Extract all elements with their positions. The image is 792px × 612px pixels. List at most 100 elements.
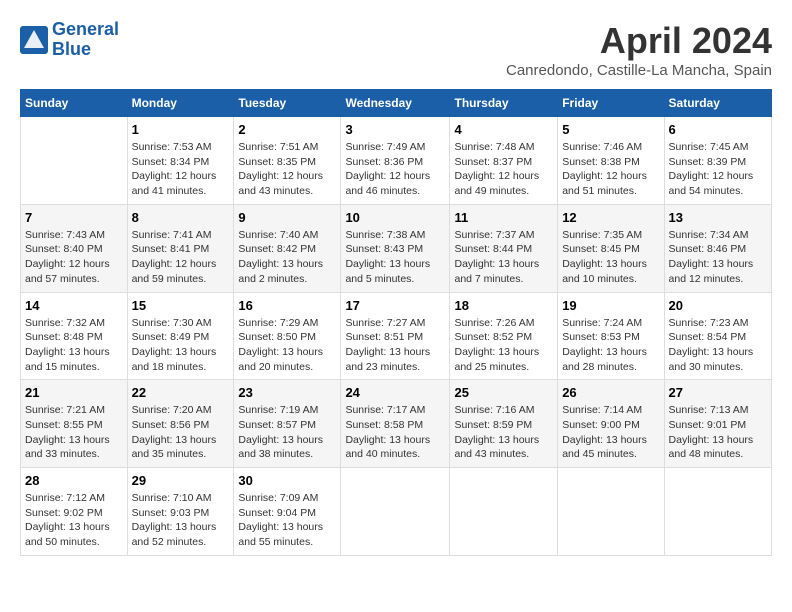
- calendar-week-5: 28Sunrise: 7:12 AM Sunset: 9:02 PM Dayli…: [21, 468, 772, 556]
- day-number: 16: [238, 298, 336, 313]
- header-cell-monday: Monday: [127, 90, 234, 117]
- day-number: 19: [562, 298, 659, 313]
- day-number: 27: [669, 385, 767, 400]
- calendar-cell: 17Sunrise: 7:27 AM Sunset: 8:51 PM Dayli…: [341, 292, 450, 380]
- logo-text: General Blue: [52, 20, 119, 60]
- month-title: April 2024: [506, 20, 772, 62]
- day-number: 25: [454, 385, 553, 400]
- day-number: 11: [454, 210, 553, 225]
- day-info: Sunrise: 7:35 AM Sunset: 8:45 PM Dayligh…: [562, 228, 659, 287]
- calendar-cell: 16 Sunrise: 7:29 AM Sunset: 8:50 PM Dayli…: [234, 292, 341, 380]
- day-info: Sunrise: 7:27 AM Sunset: 8:51 PM Dayligh…: [345, 316, 445, 375]
- day-info: Sunrise: 7:10 AM Sunset: 9:03 PM Dayligh…: [132, 491, 230, 550]
- day-number: 9: [238, 210, 336, 225]
- day-info: Sunrise: 7:37 AM Sunset: 8:44 PM Dayligh…: [454, 228, 553, 287]
- header-cell-wednesday: Wednesday: [341, 90, 450, 117]
- header-cell-tuesday: Tuesday: [234, 90, 341, 117]
- calendar-cell: 2 Sunrise: 7:51 AM Sunset: 8:35 PM Daylig…: [234, 117, 341, 205]
- day-number: 18: [454, 298, 553, 313]
- calendar-cell: [558, 468, 664, 556]
- day-number: 24: [345, 385, 445, 400]
- day-info: Sunrise: 7:51 AM Sunset: 8:35 PM Dayligh…: [238, 140, 336, 199]
- day-number: 29: [132, 473, 230, 488]
- day-number: 28: [25, 473, 123, 488]
- day-info: Sunrise: 7:46 AM Sunset: 8:38 PM Dayligh…: [562, 140, 659, 199]
- day-info: Sunrise: 7:13 AM Sunset: 9:01 PM Dayligh…: [669, 403, 767, 462]
- day-info: Sunrise: 7:24 AM Sunset: 8:53 PM Dayligh…: [562, 316, 659, 375]
- calendar-cell: 8 Sunrise: 7:41 AM Sunset: 8:41 PM Daylig…: [127, 204, 234, 292]
- page-header: General Blue April 2024 Canredondo, Cast…: [20, 20, 772, 79]
- day-info: Sunrise: 7:38 AM Sunset: 8:43 PM Dayligh…: [345, 228, 445, 287]
- day-number: 3: [345, 122, 445, 137]
- day-info: Sunrise: 7:14 AM Sunset: 9:00 PM Dayligh…: [562, 403, 659, 462]
- calendar-week-1: 1 Sunrise: 7:53 AM Sunset: 8:34 PM Daylig…: [21, 117, 772, 205]
- calendar-cell: [21, 117, 128, 205]
- day-number: 4: [454, 122, 553, 137]
- calendar-cell: 20 Sunrise: 7:23 AM Sunset: 8:54 PM Dayli…: [664, 292, 771, 380]
- day-number: 2: [238, 122, 336, 137]
- calendar-week-4: 21Sunrise: 7:21 AM Sunset: 8:55 PM Dayli…: [21, 380, 772, 468]
- day-number: 30: [238, 473, 336, 488]
- day-number: 14: [25, 298, 123, 313]
- day-number: 13: [669, 210, 767, 225]
- calendar-cell: 10Sunrise: 7:38 AM Sunset: 8:43 PM Dayli…: [341, 204, 450, 292]
- day-number: 5: [562, 122, 659, 137]
- day-info: Sunrise: 7:29 AM Sunset: 8:50 PM Dayligh…: [238, 316, 336, 375]
- calendar-cell: 9 Sunrise: 7:40 AM Sunset: 8:42 PM Daylig…: [234, 204, 341, 292]
- day-number: 20: [669, 298, 767, 313]
- calendar-cell: 29 Sunrise: 7:10 AM Sunset: 9:03 PM Dayli…: [127, 468, 234, 556]
- calendar-cell: 5 Sunrise: 7:46 AM Sunset: 8:38 PM Daylig…: [558, 117, 664, 205]
- day-number: 15: [132, 298, 230, 313]
- calendar-cell: [664, 468, 771, 556]
- day-number: 7: [25, 210, 123, 225]
- day-info: Sunrise: 7:21 AM Sunset: 8:55 PM Dayligh…: [25, 403, 123, 462]
- header-cell-saturday: Saturday: [664, 90, 771, 117]
- day-info: Sunrise: 7:43 AM Sunset: 8:40 PM Dayligh…: [25, 228, 123, 287]
- calendar-cell: [450, 468, 558, 556]
- calendar-week-2: 7 Sunrise: 7:43 AM Sunset: 8:40 PM Daylig…: [21, 204, 772, 292]
- calendar-cell: 27 Sunrise: 7:13 AM Sunset: 9:01 PM Dayli…: [664, 380, 771, 468]
- day-info: Sunrise: 7:45 AM Sunset: 8:39 PM Dayligh…: [669, 140, 767, 199]
- calendar-cell: 25Sunrise: 7:16 AM Sunset: 8:59 PM Dayli…: [450, 380, 558, 468]
- day-number: 6: [669, 122, 767, 137]
- day-info: Sunrise: 7:30 AM Sunset: 8:49 PM Dayligh…: [132, 316, 230, 375]
- header-cell-sunday: Sunday: [21, 90, 128, 117]
- calendar-cell: 12Sunrise: 7:35 AM Sunset: 8:45 PM Dayli…: [558, 204, 664, 292]
- calendar-table: SundayMondayTuesdayWednesdayThursdayFrid…: [20, 89, 772, 556]
- day-info: Sunrise: 7:09 AM Sunset: 9:04 PM Dayligh…: [238, 491, 336, 550]
- day-number: 26: [562, 385, 659, 400]
- calendar-cell: 4Sunrise: 7:48 AM Sunset: 8:37 PM Daylig…: [450, 117, 558, 205]
- calendar-cell: 3 Sunrise: 7:49 AM Sunset: 8:36 PM Daylig…: [341, 117, 450, 205]
- calendar-cell: 11 Sunrise: 7:37 AM Sunset: 8:44 PM Dayli…: [450, 204, 558, 292]
- calendar-cell: 19 Sunrise: 7:24 AM Sunset: 8:53 PM Dayli…: [558, 292, 664, 380]
- day-number: 1: [132, 122, 230, 137]
- day-info: Sunrise: 7:41 AM Sunset: 8:41 PM Dayligh…: [132, 228, 230, 287]
- calendar-cell: 21Sunrise: 7:21 AM Sunset: 8:55 PM Dayli…: [21, 380, 128, 468]
- title-area: April 2024 Canredondo, Castille-La Manch…: [506, 20, 772, 79]
- calendar-cell: 30 Sunrise: 7:09 AM Sunset: 9:04 PM Dayli…: [234, 468, 341, 556]
- day-info: Sunrise: 7:40 AM Sunset: 8:42 PM Dayligh…: [238, 228, 336, 287]
- header-cell-thursday: Thursday: [450, 90, 558, 117]
- calendar-cell: 26 Sunrise: 7:14 AM Sunset: 9:00 PM Dayli…: [558, 380, 664, 468]
- calendar-week-3: 14 Sunrise: 7:32 AM Sunset: 8:48 PM Dayli…: [21, 292, 772, 380]
- day-info: Sunrise: 7:34 AM Sunset: 8:46 PM Dayligh…: [669, 228, 767, 287]
- day-info: Sunrise: 7:32 AM Sunset: 8:48 PM Dayligh…: [25, 316, 123, 375]
- calendar-cell: [341, 468, 450, 556]
- calendar-cell: 24 Sunrise: 7:17 AM Sunset: 8:58 PM Dayli…: [341, 380, 450, 468]
- day-number: 8: [132, 210, 230, 225]
- day-number: 23: [238, 385, 336, 400]
- calendar-cell: 15 Sunrise: 7:30 AM Sunset: 8:49 PM Dayli…: [127, 292, 234, 380]
- logo-icon: [20, 26, 48, 54]
- calendar-cell: 6 Sunrise: 7:45 AM Sunset: 8:39 PM Daylig…: [664, 117, 771, 205]
- calendar-cell: 13 Sunrise: 7:34 AM Sunset: 8:46 PM Dayli…: [664, 204, 771, 292]
- calendar-cell: 28Sunrise: 7:12 AM Sunset: 9:02 PM Dayli…: [21, 468, 128, 556]
- calendar-cell: 22Sunrise: 7:20 AM Sunset: 8:56 PM Dayli…: [127, 380, 234, 468]
- location: Canredondo, Castille-La Mancha, Spain: [506, 62, 772, 79]
- day-number: 22: [132, 385, 230, 400]
- day-info: Sunrise: 7:49 AM Sunset: 8:36 PM Dayligh…: [345, 140, 445, 199]
- calendar-cell: 23Sunrise: 7:19 AM Sunset: 8:57 PM Dayli…: [234, 380, 341, 468]
- day-info: Sunrise: 7:53 AM Sunset: 8:34 PM Dayligh…: [132, 140, 230, 199]
- logo: General Blue: [20, 20, 119, 60]
- day-info: Sunrise: 7:17 AM Sunset: 8:58 PM Dayligh…: [345, 403, 445, 462]
- day-info: Sunrise: 7:23 AM Sunset: 8:54 PM Dayligh…: [669, 316, 767, 375]
